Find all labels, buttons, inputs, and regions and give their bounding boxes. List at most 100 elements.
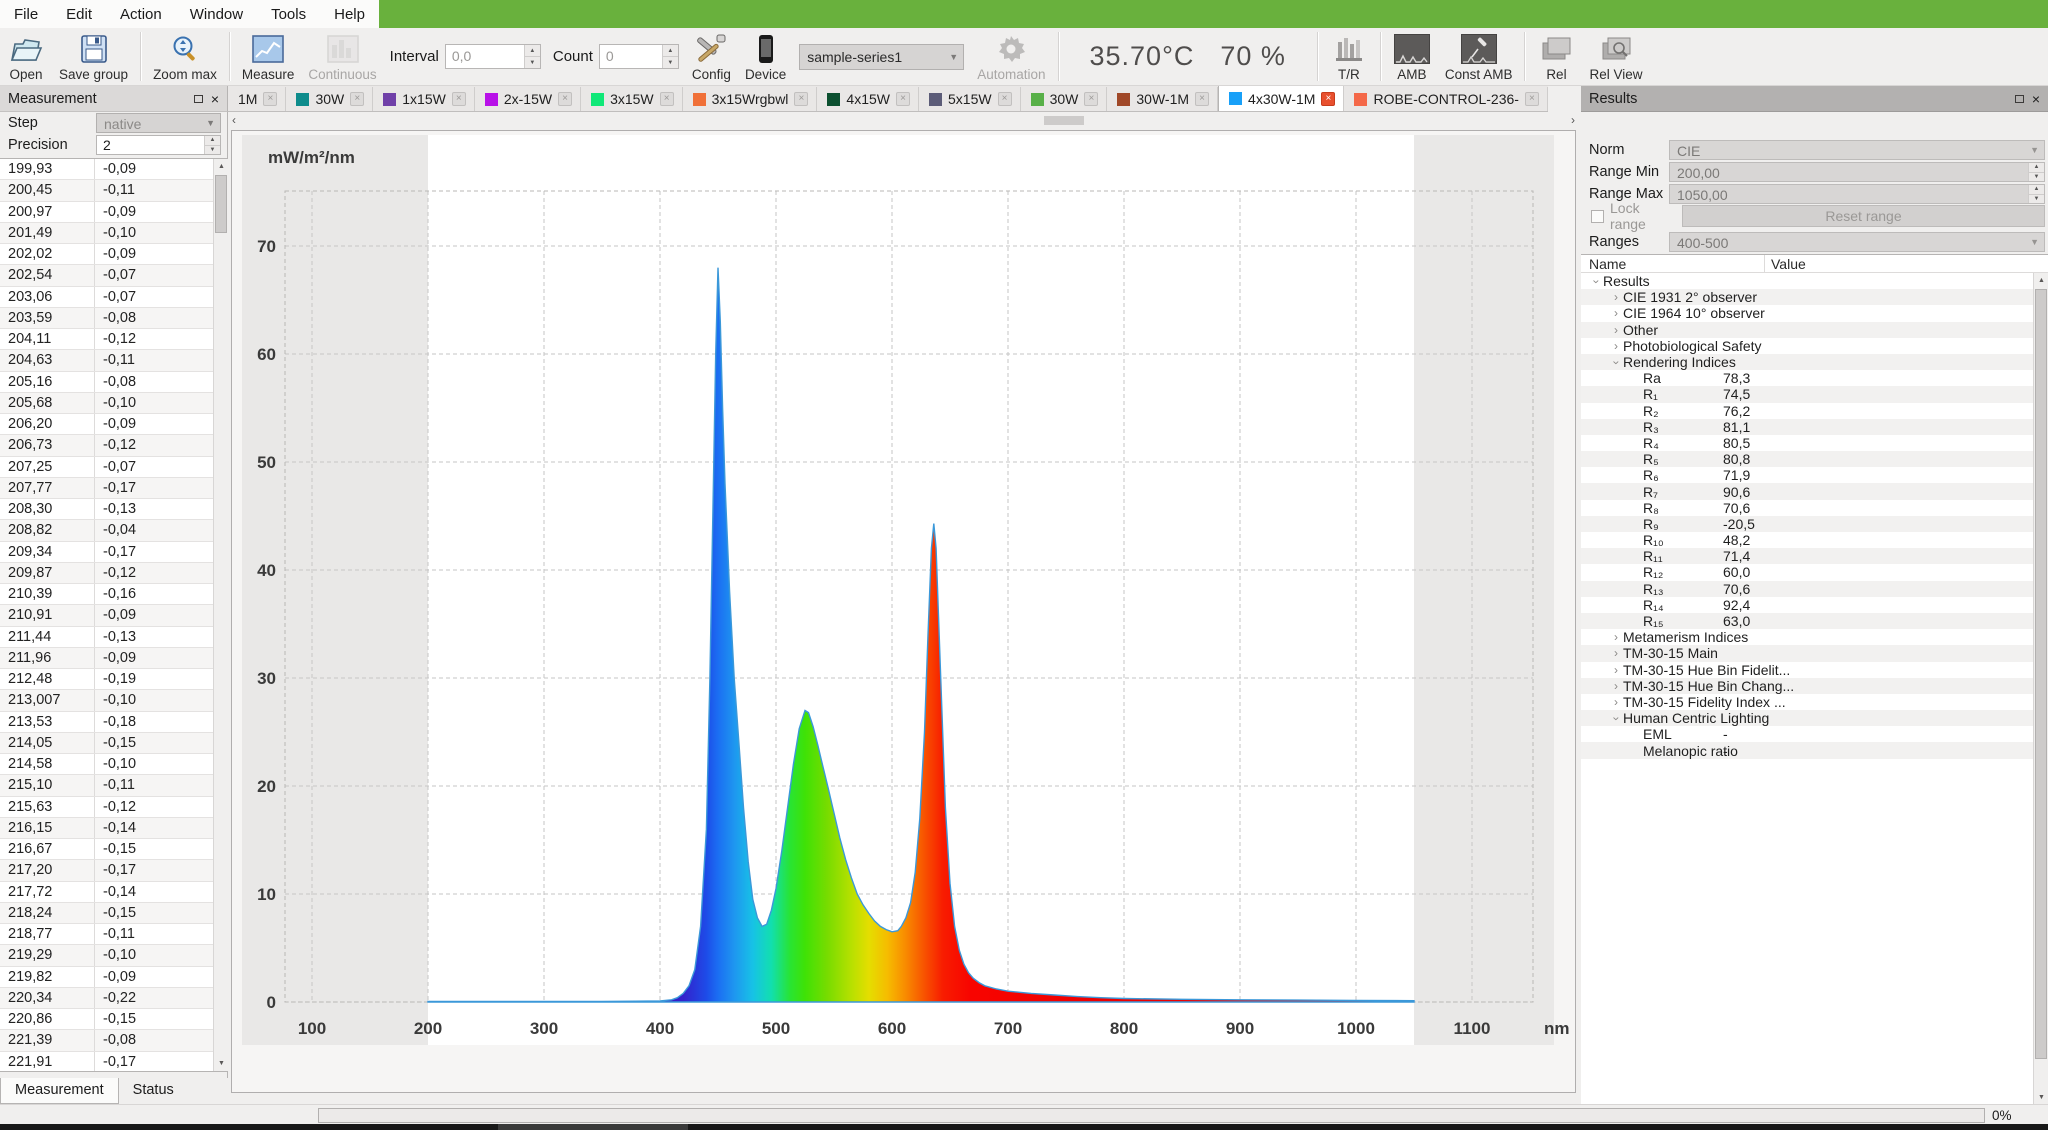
measurement-row[interactable]: 220,34-0,22 bbox=[0, 988, 213, 1009]
tab-close-icon[interactable]: × bbox=[1321, 92, 1335, 106]
measurement-row[interactable]: 215,10-0,11 bbox=[0, 775, 213, 796]
chart-hscroll[interactable]: ‹ › bbox=[230, 113, 1577, 129]
expand-icon[interactable]: › bbox=[1609, 664, 1623, 676]
tree-row[interactable]: ›TM-30-15 Fidelity Index ... bbox=[1581, 694, 2048, 710]
measurement-row[interactable]: 213,007-0,10 bbox=[0, 690, 213, 711]
count-spinner[interactable]: ▲▼ bbox=[662, 45, 678, 68]
scrollbar-thumb[interactable] bbox=[2035, 289, 2047, 1059]
series-selector[interactable]: sample-series1 ▼ bbox=[799, 44, 964, 70]
menu-window[interactable]: Window bbox=[176, 2, 257, 27]
range-min-input[interactable]: 200,00 ▲▼ bbox=[1669, 162, 2045, 182]
float-panel-icon[interactable] bbox=[194, 95, 203, 103]
measurement-row[interactable]: 210,39-0,16 bbox=[0, 584, 213, 605]
measurement-row[interactable]: 216,67-0,15 bbox=[0, 839, 213, 860]
tree-row[interactable]: Ra78,3 bbox=[1581, 370, 2048, 386]
expand-icon[interactable]: › bbox=[1609, 680, 1623, 692]
measurement-row[interactable]: 201,49-0,10 bbox=[0, 223, 213, 244]
tree-row[interactable]: ›TM-30-15 Hue Bin Chang... bbox=[1581, 678, 2048, 694]
tab-close-icon[interactable]: × bbox=[1084, 92, 1098, 106]
tab-measurement[interactable]: Measurement bbox=[0, 1078, 119, 1104]
measurement-row[interactable]: 209,34-0,17 bbox=[0, 542, 213, 563]
scroll-up-icon[interactable]: ▲ bbox=[214, 159, 228, 174]
document-tab[interactable]: 30W× bbox=[1021, 87, 1108, 111]
measurement-row[interactable]: 199,93-0,09 bbox=[0, 159, 213, 180]
range-max-spinner[interactable]: ▲▼ bbox=[2028, 185, 2044, 203]
step-select[interactable]: native ▼ bbox=[96, 113, 221, 133]
tree-row[interactable]: ›Human Centric Lighting bbox=[1581, 710, 2048, 726]
expand-icon[interactable]: › bbox=[1609, 291, 1623, 303]
interval-input[interactable]: 0,0 ▲▼ bbox=[445, 44, 541, 69]
scroll-up-icon[interactable]: ▲ bbox=[2034, 273, 2048, 288]
measurement-row[interactable]: 203,06-0,07 bbox=[0, 287, 213, 308]
expand-icon[interactable]: › bbox=[1609, 647, 1623, 659]
document-tab[interactable]: 2x-15W× bbox=[475, 87, 581, 111]
close-panel-icon[interactable]: × bbox=[2032, 92, 2040, 106]
hscroll-thumb[interactable] bbox=[1044, 116, 1084, 125]
measurement-row[interactable]: 216,15-0,14 bbox=[0, 818, 213, 839]
measurement-row[interactable]: 204,11-0,12 bbox=[0, 329, 213, 350]
measurement-row[interactable]: 204,63-0,11 bbox=[0, 350, 213, 371]
open-button[interactable]: Open bbox=[0, 28, 52, 85]
measurement-row[interactable]: 213,53-0,18 bbox=[0, 712, 213, 733]
measurement-row[interactable]: 200,97-0,09 bbox=[0, 202, 213, 223]
measurement-row[interactable]: 212,48-0,19 bbox=[0, 669, 213, 690]
tree-row[interactable]: R₉-20,5 bbox=[1581, 516, 2048, 532]
measurement-row[interactable]: 219,82-0,09 bbox=[0, 967, 213, 988]
tab-close-icon[interactable]: × bbox=[896, 92, 910, 106]
tree-row[interactable]: R₁₅63,0 bbox=[1581, 613, 2048, 629]
tab-close-icon[interactable]: × bbox=[452, 92, 466, 106]
measure-button[interactable]: Measure bbox=[235, 28, 302, 85]
const-amb-button[interactable]: Const AMB bbox=[1438, 28, 1520, 85]
tr-button[interactable]: T/R bbox=[1323, 28, 1375, 85]
document-tab[interactable]: 1x15W× bbox=[373, 87, 475, 111]
tree-row[interactable]: R₁₀48,2 bbox=[1581, 532, 2048, 548]
tree-row[interactable]: ›Rendering Indices bbox=[1581, 354, 2048, 370]
scrollbar-thumb[interactable] bbox=[215, 175, 227, 233]
zoom-max-button[interactable]: Zoom max bbox=[146, 28, 224, 85]
tree-row[interactable]: R₁74,5 bbox=[1581, 386, 2048, 402]
tree-row[interactable]: ›Metamerism Indices bbox=[1581, 629, 2048, 645]
document-tab[interactable]: ROBE-CONTROL-236-× bbox=[1344, 87, 1547, 111]
expand-icon[interactable]: › bbox=[1609, 340, 1623, 352]
measurement-row[interactable]: 202,02-0,09 bbox=[0, 244, 213, 265]
count-input[interactable]: 0 ▲▼ bbox=[599, 44, 679, 69]
tab-close-icon[interactable]: × bbox=[1195, 92, 1209, 106]
config-button[interactable]: Config bbox=[685, 28, 738, 85]
expand-icon[interactable]: › bbox=[1609, 696, 1623, 708]
measurement-row[interactable]: 203,59-0,08 bbox=[0, 308, 213, 329]
tree-row[interactable]: R₆71,9 bbox=[1581, 467, 2048, 483]
document-tab[interactable]: 5x15W× bbox=[919, 87, 1021, 111]
measurement-row[interactable]: 219,29-0,10 bbox=[0, 945, 213, 966]
tab-close-icon[interactable]: × bbox=[263, 92, 277, 106]
range-min-spinner[interactable]: ▲▼ bbox=[2028, 163, 2044, 181]
measurement-row[interactable]: 211,96-0,09 bbox=[0, 648, 213, 669]
measurement-row[interactable]: 221,39-0,08 bbox=[0, 1030, 213, 1051]
tree-row[interactable]: R₁₁71,4 bbox=[1581, 548, 2048, 564]
measurement-row[interactable]: 215,63-0,12 bbox=[0, 797, 213, 818]
measurement-row[interactable]: 206,20-0,09 bbox=[0, 414, 213, 435]
tree-row[interactable]: R₁₄92,4 bbox=[1581, 597, 2048, 613]
measurement-row[interactable]: 220,86-0,15 bbox=[0, 1009, 213, 1030]
range-max-input[interactable]: 1050,00 ▲▼ bbox=[1669, 184, 2045, 204]
amb-button[interactable]: AMB bbox=[1386, 28, 1438, 85]
collapse-icon[interactable]: › bbox=[1591, 275, 1603, 289]
collapse-icon[interactable]: › bbox=[1611, 712, 1623, 726]
tree-row[interactable]: R₁₃70,6 bbox=[1581, 581, 2048, 597]
scroll-down-icon[interactable]: ▼ bbox=[2034, 1090, 2048, 1105]
measurement-row[interactable]: 207,25-0,07 bbox=[0, 457, 213, 478]
tree-row[interactable]: ›CIE 1931 2° observer bbox=[1581, 289, 2048, 305]
tree-row[interactable]: ›TM-30-15 Main bbox=[1581, 645, 2048, 661]
float-panel-icon[interactable] bbox=[2015, 95, 2024, 103]
precision-spinner[interactable]: ▲▼ bbox=[204, 136, 220, 154]
measurement-row[interactable]: 208,30-0,13 bbox=[0, 499, 213, 520]
measurement-table[interactable]: 199,93-0,09200,45-0,11200,97-0,09201,49-… bbox=[0, 158, 228, 1072]
document-tab[interactable]: 30W-1M× bbox=[1107, 87, 1218, 111]
tree-row[interactable]: Melanopic ratio- bbox=[1581, 742, 2048, 758]
tab-close-icon[interactable]: × bbox=[1525, 92, 1539, 106]
tree-row[interactable]: R₅80,8 bbox=[1581, 451, 2048, 467]
document-tab[interactable]: 1M× bbox=[228, 87, 286, 111]
document-tab[interactable]: 30W× bbox=[286, 87, 373, 111]
rel-view-button[interactable]: Rel View bbox=[1582, 28, 1649, 85]
save-group-button[interactable]: Save group bbox=[52, 28, 135, 85]
measurement-row[interactable]: 210,91-0,09 bbox=[0, 605, 213, 626]
